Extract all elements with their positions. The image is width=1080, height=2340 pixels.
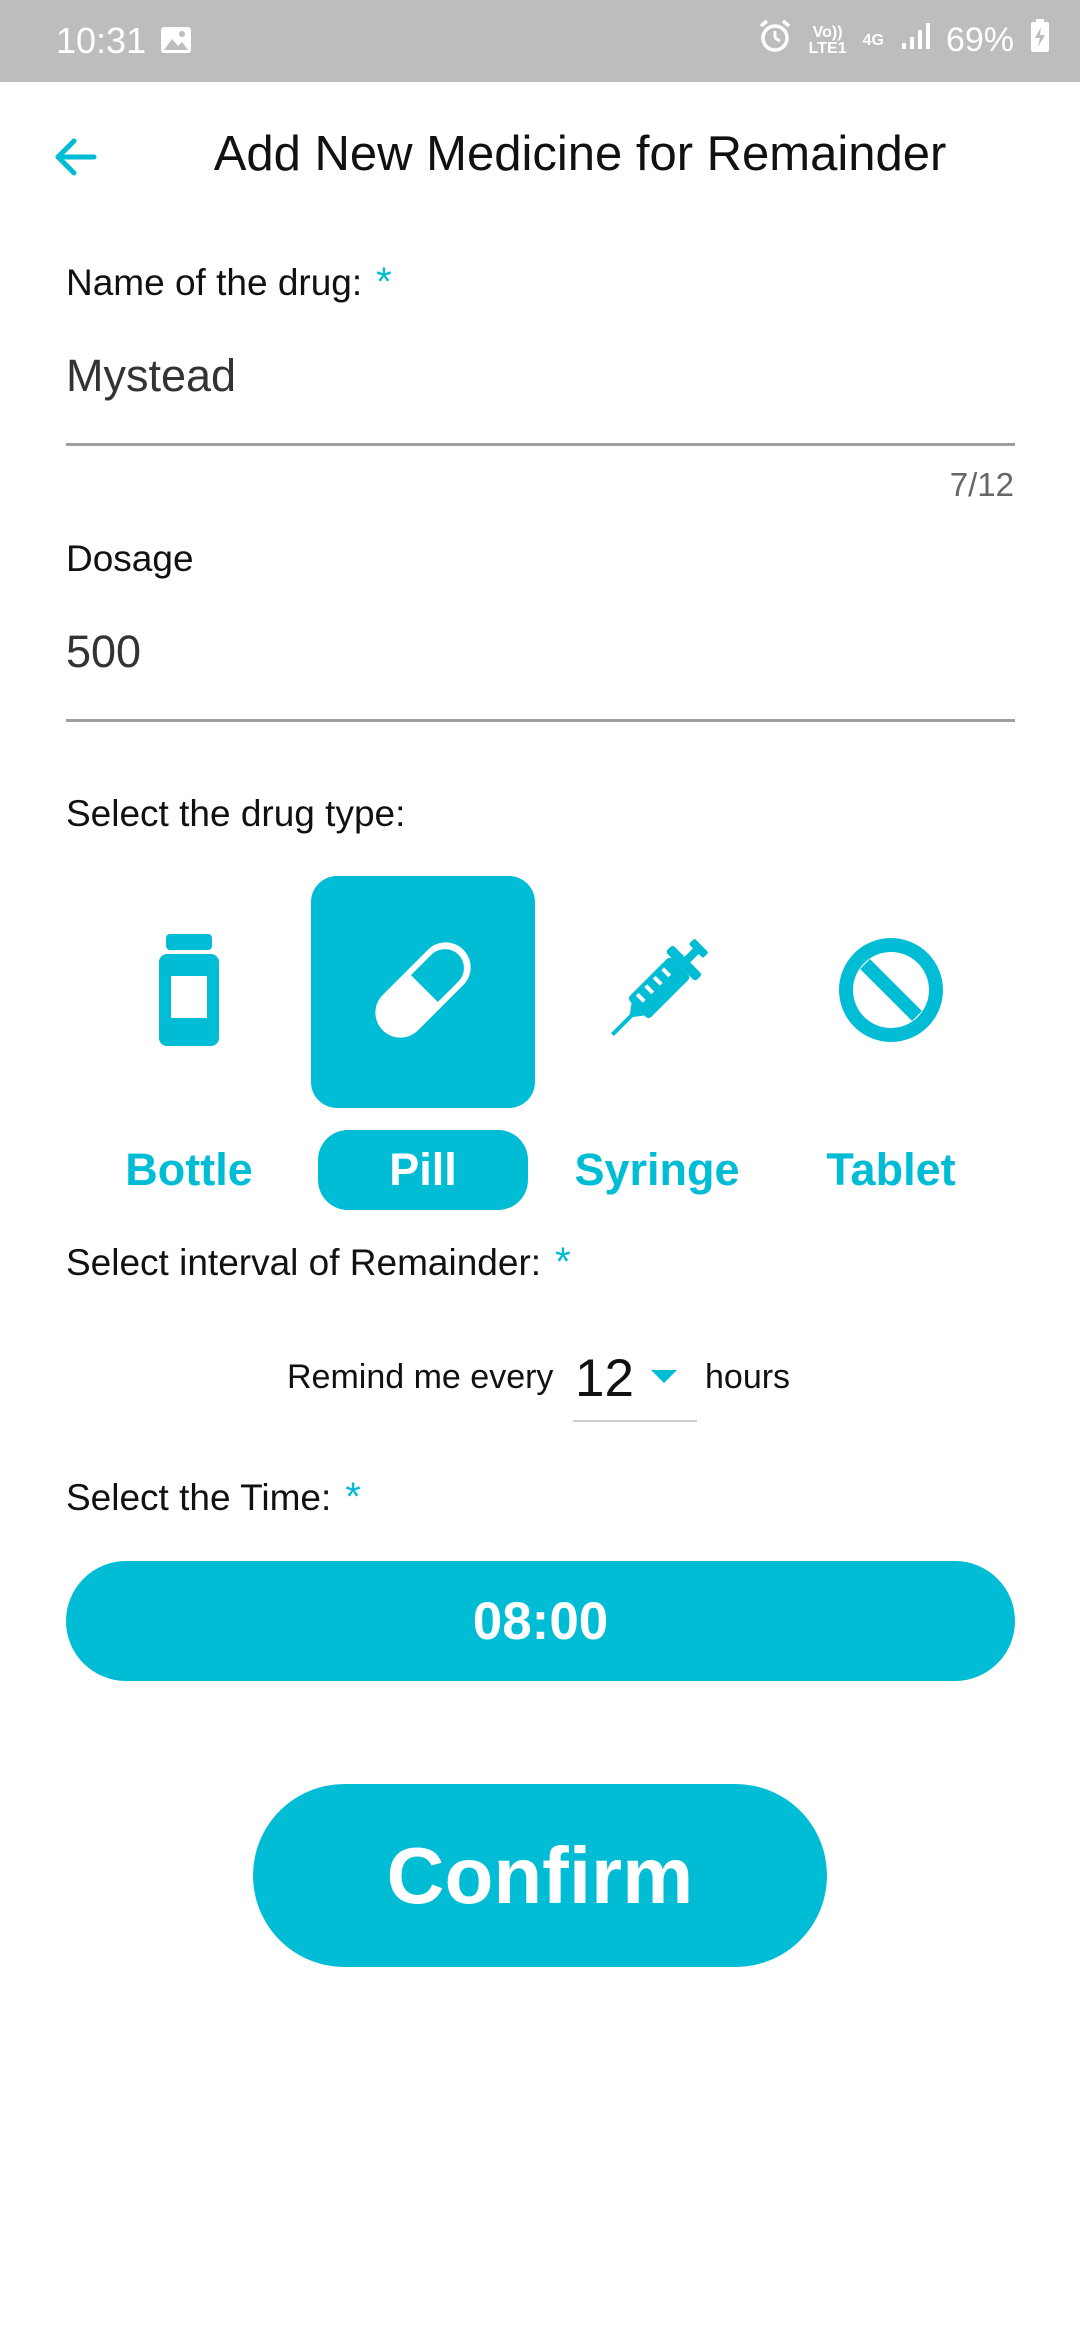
syringe-icon: [592, 925, 722, 1060]
drug-name-label: Name of the drug:: [66, 262, 363, 303]
app-bar: Add New Medicine for Remainder: [0, 82, 1080, 232]
drug-type-bottle-label[interactable]: Bottle: [84, 1130, 294, 1210]
drug-name-label-row: Name of the drug: *: [66, 260, 392, 305]
interval-label: Select interval of Remainder:: [66, 1242, 542, 1283]
time-label-row: Select the Time: *: [66, 1475, 361, 1520]
drug-type-bottle[interactable]: [77, 876, 301, 1108]
alarm-icon: [757, 18, 793, 63]
network-indicator: 4G: [862, 31, 884, 49]
bottle-icon: [149, 930, 229, 1055]
tablet-icon: [831, 930, 951, 1055]
battery-charging-icon: [1030, 19, 1050, 62]
confirm-button[interactable]: Confirm: [253, 1784, 827, 1967]
page-title: Add New Medicine for Remainder: [213, 127, 947, 181]
drug-name-field[interactable]: Mystead: [66, 350, 1015, 446]
dosage-label: Dosage: [66, 538, 194, 579]
interval-value[interactable]: 12: [575, 1348, 634, 1409]
drug-type-label: Select the drug type:: [66, 793, 406, 834]
char-counter: 7/12: [949, 466, 1014, 503]
interval-label-row: Select interval of Remainder: *: [66, 1240, 571, 1285]
required-mark: *: [555, 1240, 571, 1284]
volte-top: Vo)): [812, 23, 843, 41]
dosage-field[interactable]: 500: [66, 626, 1015, 722]
status-right-group: Vo)) LTE1 4G 69%: [757, 18, 1050, 63]
drug-type-pill-label[interactable]: Pill: [318, 1130, 528, 1210]
time-label: Select the Time:: [66, 1477, 332, 1518]
interval-dropdown[interactable]: 12: [573, 1340, 697, 1422]
dosage-input[interactable]: 500: [66, 626, 141, 677]
drug-type-syringe-label[interactable]: Syringe: [552, 1130, 762, 1210]
status-bar: 10:31 Vo)) LTE1 4G 69%: [0, 0, 1080, 82]
required-mark: *: [376, 260, 392, 304]
drug-name-input[interactable]: Mystead: [66, 350, 236, 401]
remind-suffix: hours: [705, 1358, 791, 1396]
drug-type-selector: Bottle Pill Syringe Tablet: [0, 876, 1080, 1216]
drug-type-tablet[interactable]: [779, 876, 1003, 1108]
drug-type-pill[interactable]: [311, 876, 535, 1108]
status-time: 10:31: [56, 20, 147, 61]
drug-type-tablet-label[interactable]: Tablet: [786, 1130, 996, 1210]
interval-row: Remind me every 12 hours: [0, 1340, 1080, 1430]
time-picker-button[interactable]: 08:00: [66, 1561, 1015, 1681]
caret-down-icon[interactable]: [651, 1370, 677, 1383]
battery-level: 69%: [945, 21, 1014, 59]
image-icon: [160, 24, 192, 53]
signal-icon: [900, 21, 930, 60]
required-mark: *: [345, 1475, 361, 1519]
volte-indicator: Vo)) LTE1: [808, 23, 847, 57]
remind-prefix: Remind me every: [287, 1358, 554, 1396]
drug-type-syringe[interactable]: [545, 876, 769, 1108]
pill-icon: [358, 925, 488, 1060]
volte-bottom: LTE1: [808, 39, 847, 57]
